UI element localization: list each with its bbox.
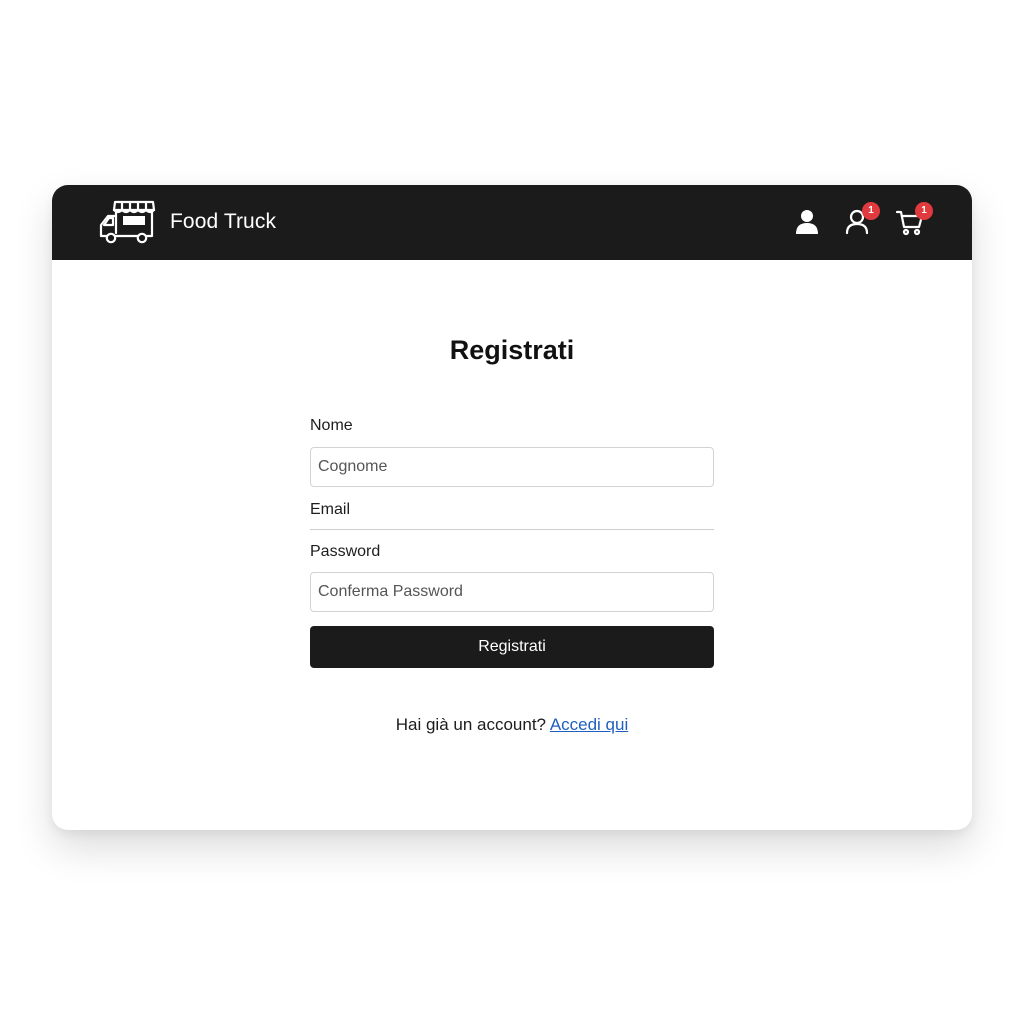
brand[interactable]: Food Truck <box>96 199 276 245</box>
confirm-password-input[interactable] <box>310 572 714 612</box>
login-prompt-text: Hai già un account? <box>395 715 547 734</box>
account-badge: 1 <box>862 202 880 220</box>
cart-icon[interactable]: 1 <box>895 202 933 237</box>
brand-name: Food Truck <box>170 210 277 233</box>
account-icon[interactable]: 1 <box>842 202 880 237</box>
food-truck-icon <box>96 199 156 245</box>
navbar: Food Truck 1 1 <box>52 185 972 260</box>
email-label: Email <box>310 501 351 518</box>
surname-input[interactable] <box>310 447 714 487</box>
app-window: Food Truck 1 1 Registrati Nome Cognome E… <box>52 185 972 830</box>
password-label: Password <box>310 543 381 560</box>
login-link[interactable]: Accedi qui <box>550 715 628 734</box>
page-title: Registrati <box>449 335 575 365</box>
email-field-underline[interactable] <box>310 529 714 530</box>
cart-badge: 1 <box>915 202 933 220</box>
login-prompt: Hai già un account? Accedi qui <box>52 715 972 735</box>
name-label: Nome <box>310 417 353 434</box>
user-icon[interactable] <box>792 207 822 237</box>
register-button[interactable]: Registrati <box>310 626 714 668</box>
